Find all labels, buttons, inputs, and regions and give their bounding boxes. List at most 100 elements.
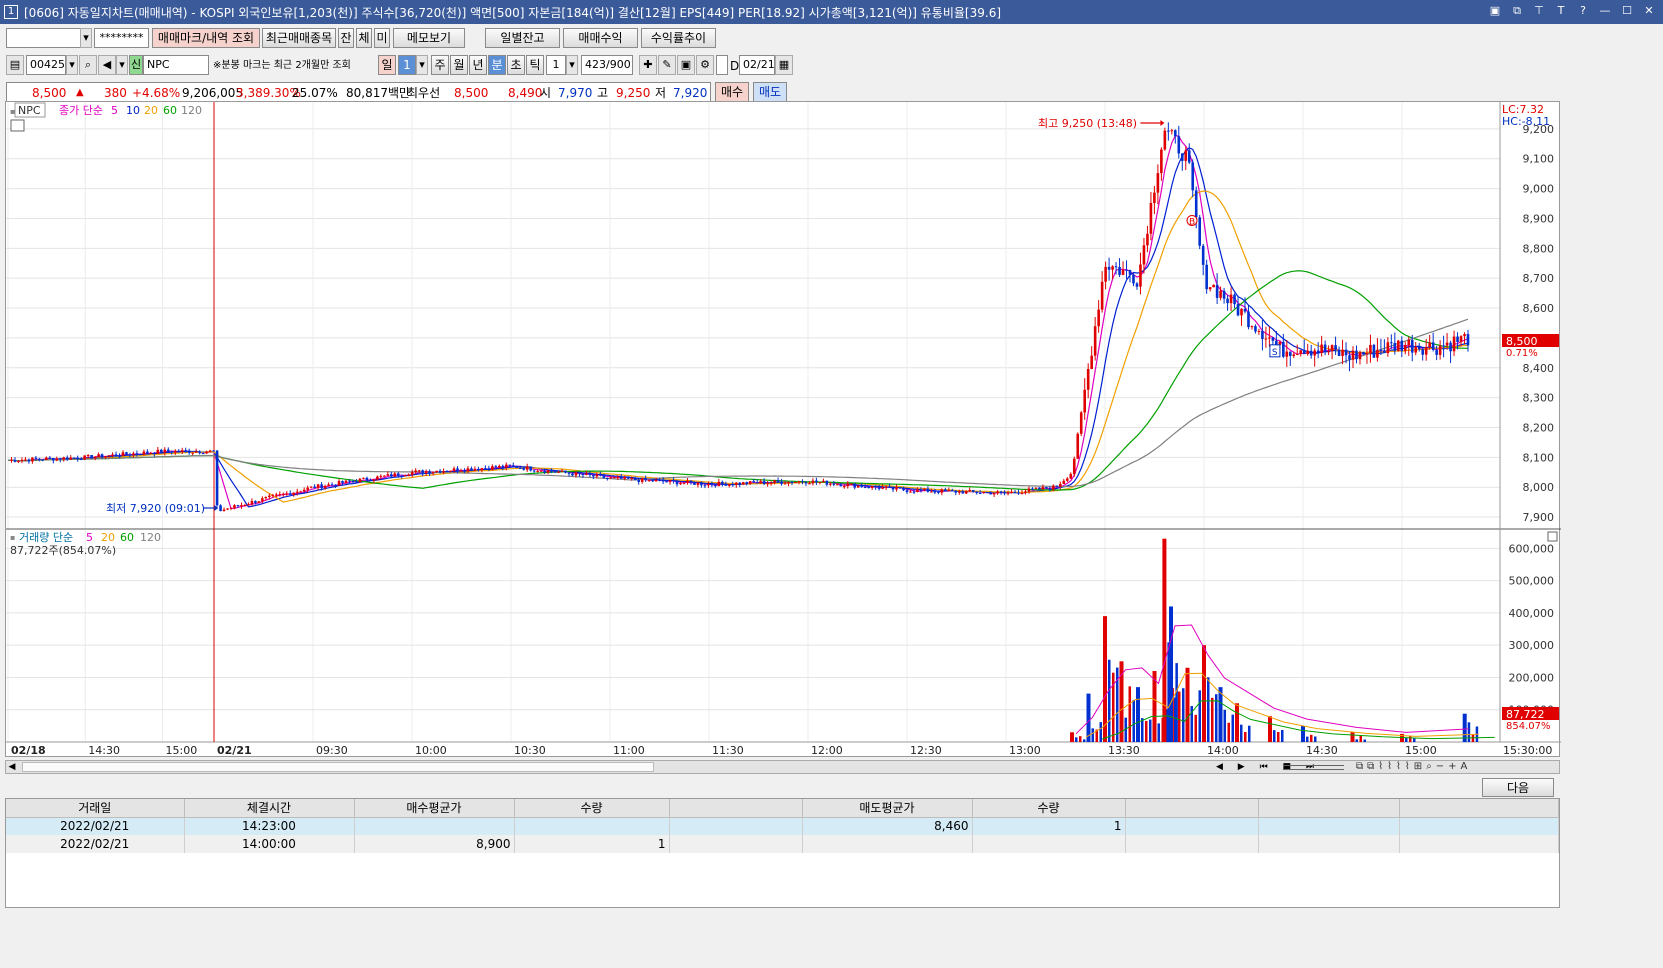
account-select[interactable]: [6, 28, 81, 48]
volume-bar: [1207, 677, 1210, 742]
candle-body: [463, 470, 466, 472]
period-year-button[interactable]: 년: [469, 55, 487, 75]
zoom-slider[interactable]: [1284, 765, 1344, 770]
maximize-icon[interactable]: ☐: [1619, 3, 1635, 19]
interval-dropdown-icon[interactable]: ▾: [566, 55, 578, 75]
volume-tick-label: 500,000: [1509, 575, 1555, 588]
legend-ma5: 5: [111, 104, 118, 117]
help-icon[interactable]: ?: [1575, 3, 1591, 19]
period-minute-button[interactable]: 분: [488, 55, 506, 75]
candle-body: [226, 508, 229, 510]
chart-scrollbar[interactable]: ◀ ◀ ▶ ⏮ ■ ⏭ ⧉⧉⌇⌇⌇⌇⊞⌕−+A: [5, 760, 1560, 774]
profit-trend-button[interactable]: 수익률추이: [641, 28, 716, 48]
search-icon[interactable]: ⌕: [79, 55, 97, 75]
code-dropdown-icon[interactable]: ▾: [66, 55, 78, 75]
buy-button[interactable]: 매수: [715, 82, 749, 102]
save-icon[interactable]: ▣: [677, 55, 695, 75]
candle-body: [257, 501, 261, 503]
period-tick-button[interactable]: 틱: [526, 55, 544, 75]
candle-body: [748, 481, 752, 484]
period-dropdown-icon[interactable]: ▾: [416, 55, 428, 75]
period-month-button[interactable]: 월: [450, 55, 468, 75]
candle-body: [177, 450, 181, 452]
volume-bar: [1235, 703, 1239, 742]
period-num-select[interactable]: 1: [398, 55, 416, 75]
time-tick-label: 13:00: [1009, 744, 1041, 757]
candle-body: [930, 491, 933, 493]
sell-button[interactable]: 매도: [753, 82, 787, 102]
price-tick-label: 9,100: [1523, 153, 1555, 166]
candle-body: [306, 487, 309, 490]
indicator-add-icon[interactable]: ✚: [639, 55, 657, 75]
password-field[interactable]: ********: [94, 28, 149, 48]
candle-body: [456, 468, 459, 472]
calendar-icon[interactable]: ▦: [775, 55, 793, 75]
col-exec-time: 체결시간: [184, 799, 355, 818]
candle-body: [780, 481, 783, 484]
pin-icon[interactable]: ⊤: [1531, 3, 1547, 19]
executed-button[interactable]: 체: [356, 28, 372, 48]
speaker-icon[interactable]: ◀: [98, 55, 116, 75]
balance-button[interactable]: 잔: [338, 28, 354, 48]
candle-body: [20, 460, 24, 462]
unfilled-button[interactable]: 미: [374, 28, 390, 48]
memo-button[interactable]: 메모보기: [393, 28, 465, 48]
candle-body: [149, 452, 153, 454]
candle-body: [808, 483, 811, 485]
vol-legend-ma120: 120: [140, 531, 161, 544]
candle-body: [602, 475, 606, 478]
scroll-left-icon[interactable]: ◀: [6, 761, 18, 773]
volume: 9,206,005: [182, 86, 244, 100]
table-row[interactable]: 2022/02/21 14:00:00 8,900 1: [6, 835, 1559, 853]
candle-body: [1313, 350, 1316, 356]
next-button[interactable]: 다음: [1482, 778, 1554, 797]
interval-input[interactable]: 1: [546, 55, 566, 75]
candle-body: [1261, 331, 1264, 339]
candle-body: [1114, 266, 1118, 268]
minimize-icon[interactable]: —: [1597, 3, 1613, 19]
candle-body: [829, 483, 832, 485]
draw-tool-icon[interactable]: ✎: [658, 55, 676, 75]
candle-body: [1236, 304, 1240, 316]
candle-body: [574, 472, 578, 476]
candle-body: [118, 455, 121, 457]
close-icon[interactable]: ✕: [1641, 3, 1657, 19]
cascade-icon[interactable]: ⧉: [1509, 3, 1525, 19]
candle-body: [999, 491, 1003, 493]
candle-body: [633, 478, 637, 481]
period-day-button[interactable]: 일: [378, 55, 396, 75]
chart-svg[interactable]: 7,900 8,000 8,100 8,200 8,300 8,400 8,500 8,600…: [6, 102, 1561, 758]
screen-icon[interactable]: ▤: [6, 55, 24, 75]
table-row[interactable]: 2022/02/21 14:23:00 8,460 1: [6, 817, 1559, 835]
count-input[interactable]: 423/900: [581, 55, 633, 75]
period-week-button[interactable]: 주: [431, 55, 449, 75]
trade-mark-button[interactable]: 매매마크/내역 조회: [152, 28, 260, 48]
layout-icon[interactable]: ▣: [1487, 3, 1503, 19]
date-checkbox[interactable]: [716, 55, 728, 75]
candle-body: [599, 474, 602, 476]
speaker-dropdown-icon[interactable]: ▾: [116, 55, 128, 75]
account-dropdown-icon[interactable]: ▾: [80, 28, 92, 48]
date-input[interactable]: 02/21: [739, 55, 775, 75]
trade-profit-button[interactable]: 매매수익: [563, 28, 638, 48]
chart-tool-icons[interactable]: ⧉⧉⌇⌇⌇⌇⊞⌕−+A: [1356, 761, 1471, 773]
hc-label: HC:-8.11: [1502, 115, 1550, 128]
candle-body: [1180, 153, 1184, 161]
daily-balance-button[interactable]: 일별잔고: [485, 28, 560, 48]
period-second-button[interactable]: 초: [507, 55, 525, 75]
stock-name-field[interactable]: NPC: [143, 55, 209, 75]
candle-body: [1288, 351, 1292, 356]
candle-body: [679, 483, 682, 485]
gear-icon[interactable]: ⚙: [696, 55, 714, 75]
candle-body: [330, 484, 334, 486]
recent-trades-button[interactable]: 최근매매종목: [262, 28, 336, 48]
cell-time: 14:00:00: [184, 835, 355, 853]
scroll-thumb[interactable]: [22, 762, 654, 772]
candle-body: [564, 470, 567, 473]
vol-legend-ma60: 60: [120, 531, 134, 544]
volume-bar: [1467, 722, 1471, 742]
font-icon[interactable]: T: [1553, 3, 1569, 19]
candle-body: [344, 480, 348, 483]
chart-panel[interactable]: 7,900 8,000 8,100 8,200 8,300 8,400 8,500 8,600…: [5, 101, 1561, 758]
stock-code-input[interactable]: 004250: [26, 55, 66, 75]
